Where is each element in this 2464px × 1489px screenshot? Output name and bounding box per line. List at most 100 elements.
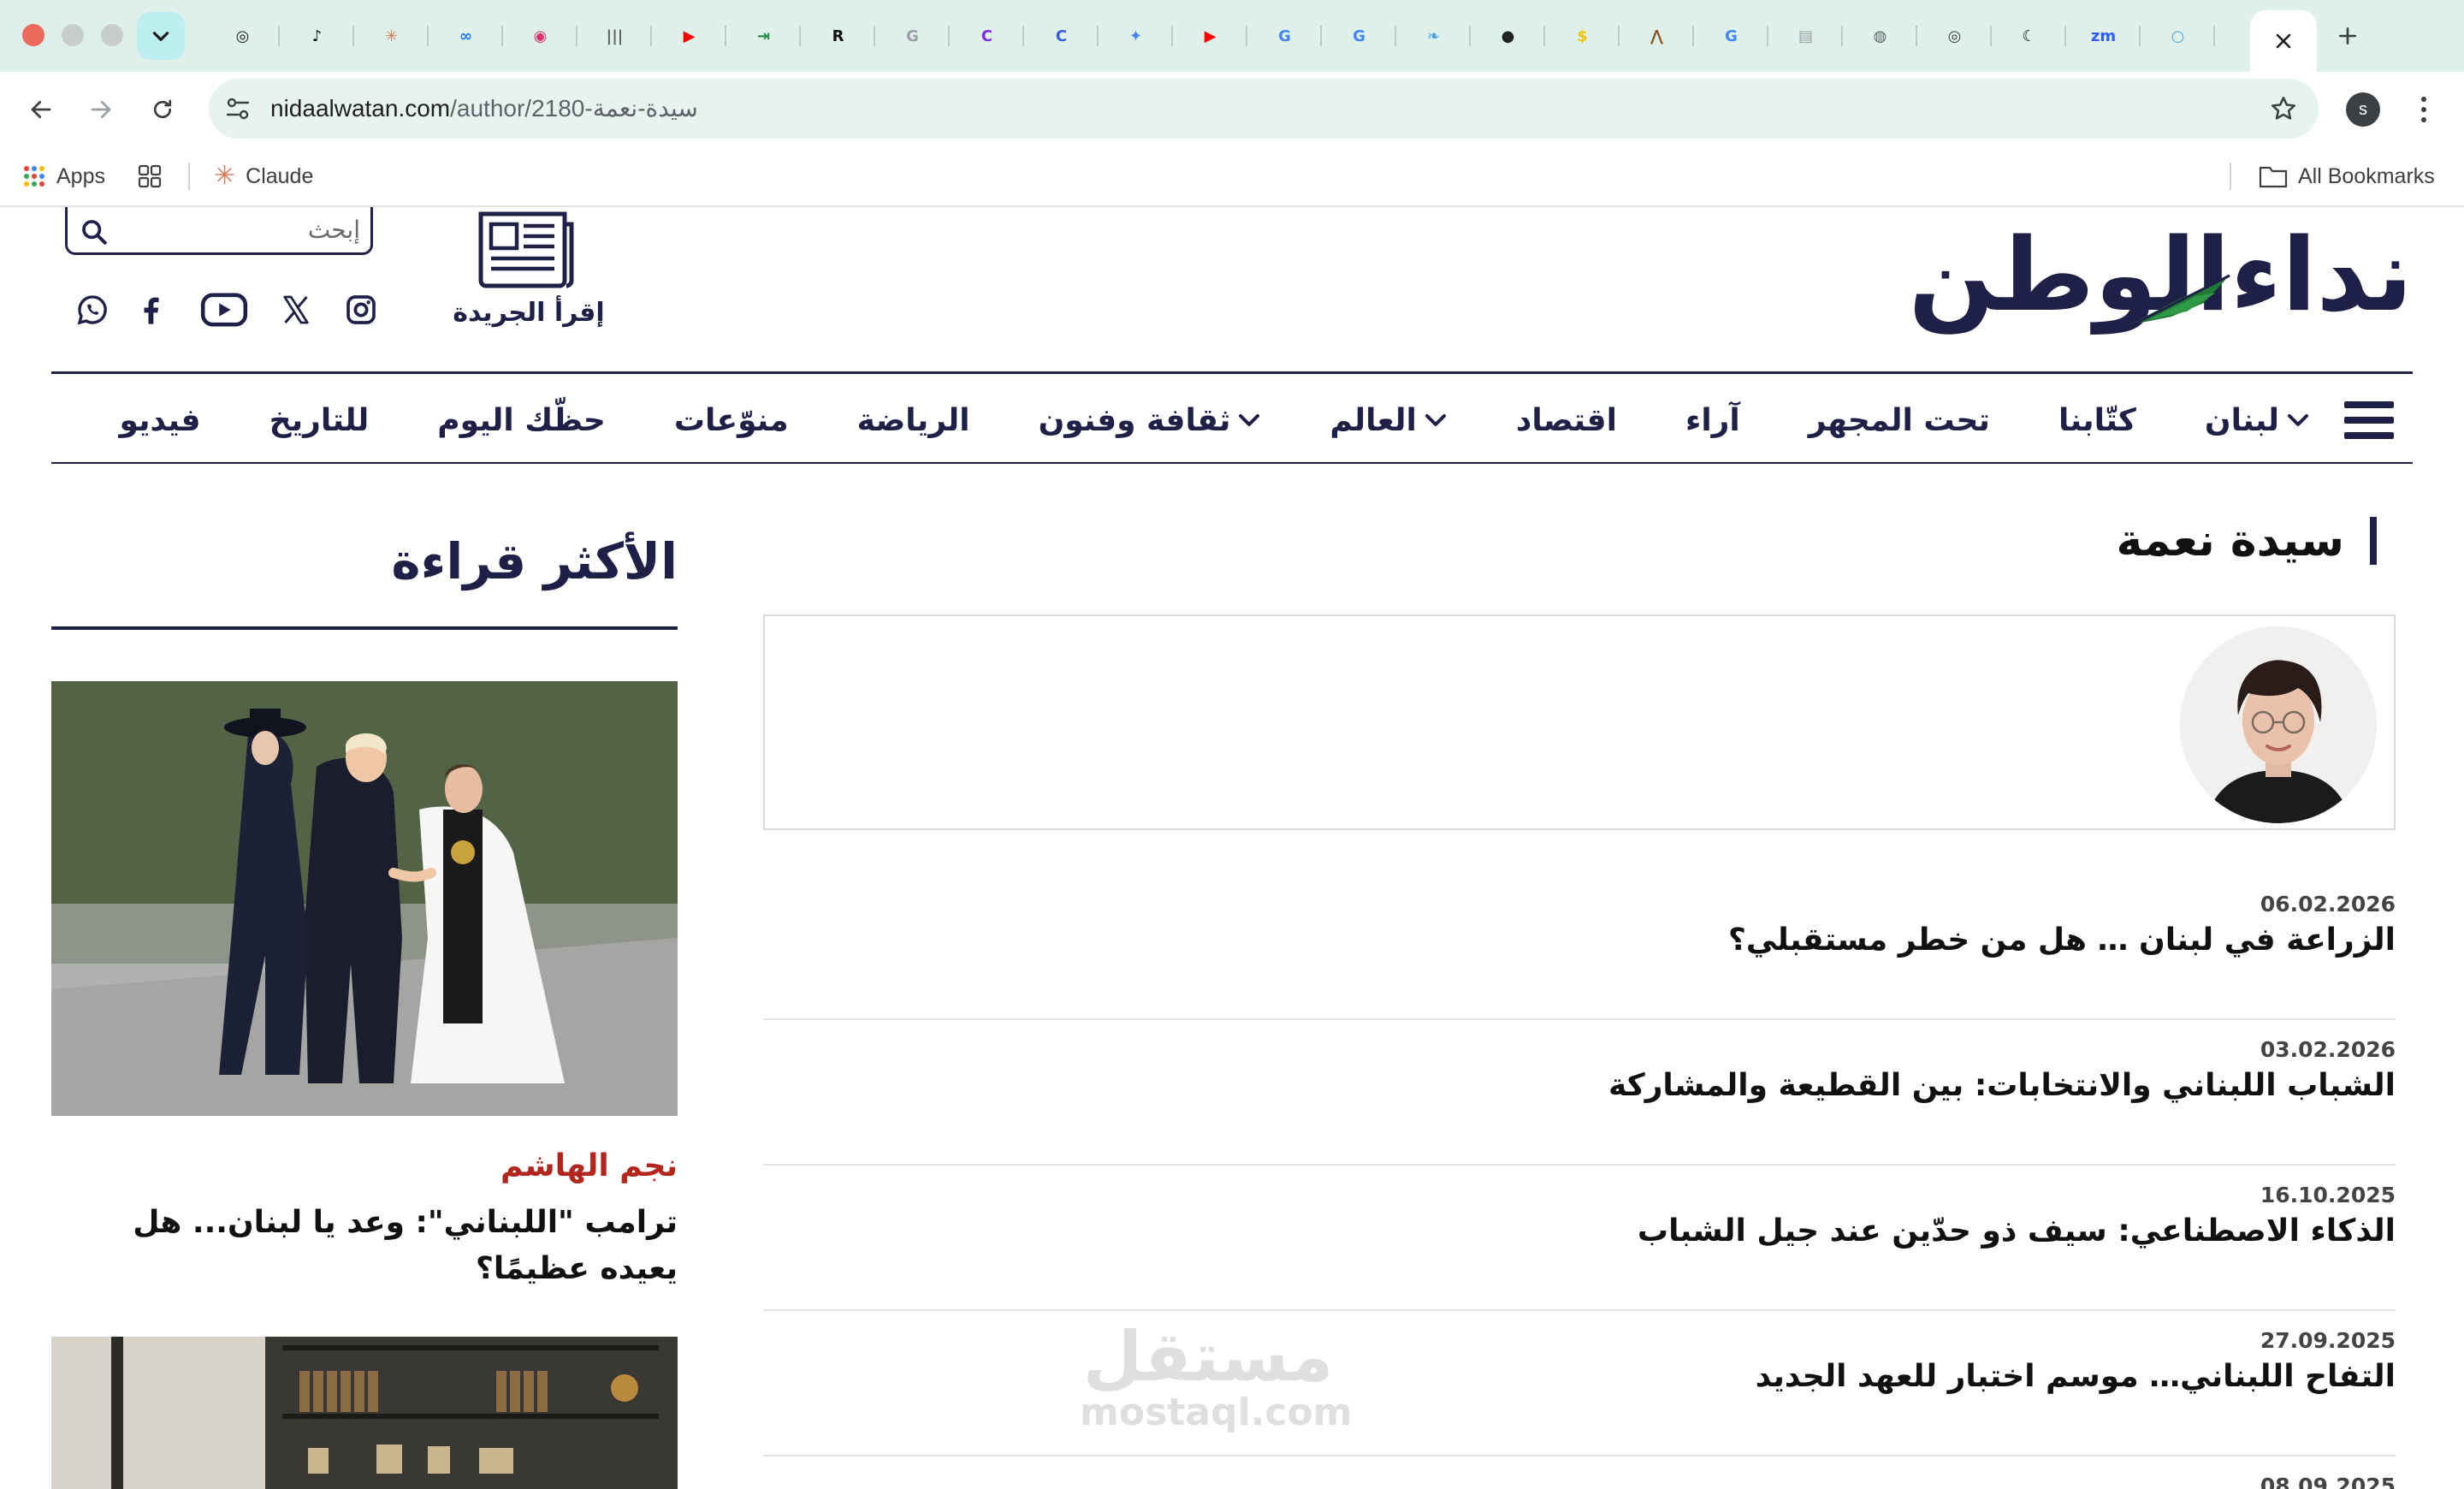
new-tab-button[interactable] <box>2327 15 2368 56</box>
browser-tab[interactable]: ▶ <box>1173 12 1247 60</box>
google-icon: G <box>1353 27 1365 45</box>
nav-item[interactable]: اقتصاد <box>1516 403 1617 438</box>
site-settings-icon[interactable] <box>224 96 252 122</box>
browser-tab[interactable]: G <box>875 12 950 60</box>
browser-tab[interactable]: G <box>1247 12 1322 60</box>
article-title[interactable]: الشباب اللبناني والانتخابات: بين القطيعة… <box>1608 1068 2396 1103</box>
browser-tab[interactable]: $ <box>1545 12 1620 60</box>
browser-tab[interactable]: ✳ <box>354 12 429 60</box>
bee-icon: ● <box>1501 27 1515 45</box>
browser-tab[interactable]: ▶ <box>652 12 726 60</box>
article-title[interactable]: الذكاء الاصطناعي: سيف ذو حدّين عند جيل ا… <box>1638 1213 2396 1249</box>
nav-item[interactable]: منوّعات <box>674 403 789 438</box>
bookmark-claude[interactable]: ✳ Claude <box>214 161 313 192</box>
whatsapp-link[interactable] <box>72 289 113 330</box>
browser-tab[interactable]: ● <box>1471 12 1545 60</box>
browser-tab[interactable]: ◉ <box>503 12 578 60</box>
reload-icon <box>153 99 172 119</box>
hamburger-menu-button[interactable] <box>2344 401 2394 439</box>
bookmark-apps[interactable]: Apps <box>22 161 105 192</box>
article-item[interactable]: 08.09.2025 <box>763 1456 2396 1489</box>
profile-avatar[interactable]: s <box>2346 92 2380 127</box>
active-tab[interactable] <box>2250 10 2317 72</box>
most-read-headline[interactable]: ترامب "اللبناني": وعد يا لبنان... هل يعي… <box>51 1200 678 1292</box>
browser-tab[interactable]: ∞ <box>429 12 503 60</box>
browser-tab[interactable]: ♪ <box>280 12 354 60</box>
article-item[interactable]: 16.10.2025 الذكاء الاصطناعي: سيف ذو حدّين… <box>763 1166 2396 1311</box>
browser-tab[interactable]: ✦ <box>1099 12 1173 60</box>
browser-tab[interactable]: R <box>801 12 875 60</box>
article-item[interactable]: 03.02.2026 الشباب اللبناني والانتخابات: ب… <box>763 1020 2396 1166</box>
heading-accent-bar <box>2370 517 2377 565</box>
browser-menu-button[interactable] <box>2411 92 2437 127</box>
browser-tab[interactable]: G <box>1694 12 1768 60</box>
bookmark-star-icon[interactable] <box>2269 94 2298 123</box>
close-tab-icon[interactable] <box>2273 31 2294 51</box>
x-link[interactable] <box>275 289 317 330</box>
browser-tab[interactable]: ||| <box>578 12 652 60</box>
nav-item[interactable]: للتاريخ <box>270 403 370 438</box>
read-newspaper-link[interactable]: إقرأ الجريدة <box>452 207 606 335</box>
article-title[interactable]: الزراعة في لبنان … هل من خطر مستقبلي؟ <box>1728 922 2396 958</box>
nav-item[interactable]: الرياضة <box>857 403 970 438</box>
browser-tab[interactable]: C <box>1024 12 1099 60</box>
sheets-icon: ⇥ <box>756 27 771 45</box>
minimize-window-button[interactable] <box>62 24 84 46</box>
article-item[interactable]: 27.09.2025 التفاح اللبناني… موسم اختبار ل… <box>763 1311 2396 1456</box>
bookmark-tab-groups[interactable] <box>137 161 163 192</box>
maximize-window-button[interactable] <box>101 24 123 46</box>
browser-tab[interactable]: ⋀ <box>1620 12 1694 60</box>
facebook-link[interactable] <box>130 289 171 330</box>
close-window-button[interactable] <box>22 24 44 46</box>
url-host: nidaalwatan.com <box>270 95 451 122</box>
all-bookmarks-button[interactable]: All Bookmarks <box>2259 161 2435 192</box>
browser-tab[interactable]: zm <box>2066 12 2141 60</box>
most-read-image-2[interactable] <box>51 1337 678 1489</box>
website: إقرأ الجريدة نداءالوطن لبنان كتّابنا تحت ا… <box>0 207 2464 1489</box>
browser-tab[interactable]: ◎ <box>205 12 280 60</box>
article-item[interactable]: 06.02.2026 الزراعة في لبنان … هل من خطر م… <box>763 875 2396 1020</box>
browser-tab[interactable]: ▤ <box>1768 12 1843 60</box>
forward-button[interactable] <box>82 91 120 128</box>
tab-search-button[interactable] <box>137 12 185 60</box>
site-logo[interactable]: نداءالوطن <box>1882 219 2414 330</box>
news-photo-2 <box>51 1337 678 1489</box>
instagram-link[interactable] <box>341 289 382 330</box>
tab-groups-icon <box>138 164 162 188</box>
browser-tab[interactable]: ◍ <box>1843 12 1917 60</box>
author-card <box>763 614 2396 830</box>
browser-tab[interactable]: ◎ <box>1917 12 1992 60</box>
browser-tab[interactable]: C <box>950 12 1024 60</box>
google-icon: G <box>1725 27 1738 45</box>
search-icon[interactable] <box>80 217 109 246</box>
nav-item[interactable]: لبنان <box>2205 403 2310 438</box>
google-lens-icon: G <box>906 27 919 45</box>
site-search[interactable] <box>65 207 373 255</box>
nav-item[interactable]: ثقافة وفنون <box>1039 403 1262 438</box>
nav-item[interactable]: العالم <box>1330 403 1447 438</box>
youtube-link[interactable] <box>198 289 250 330</box>
address-bar[interactable]: nidaalwatan.com/author/2180-سيدة-نعمة <box>209 79 2319 139</box>
nav-item[interactable]: كتّابنا <box>2058 403 2136 438</box>
browser-tab[interactable]: ⇥ <box>726 12 801 60</box>
article-title[interactable]: التفاح اللبناني… موسم اختبار للعهد الجدي… <box>1756 1359 2396 1394</box>
browser-tab[interactable]: ❧ <box>1396 12 1471 60</box>
most-read-author[interactable]: نجم الهاشم <box>51 1148 678 1183</box>
back-button[interactable] <box>22 91 60 128</box>
moon-icon: ☾ <box>2022 27 2036 45</box>
url-text[interactable]: nidaalwatan.com/author/2180-سيدة-نعمة <box>270 94 698 122</box>
search-input[interactable] <box>121 212 360 246</box>
browser-tab[interactable]: ○ <box>2141 12 2215 60</box>
nav-item[interactable]: فيديو <box>119 403 200 438</box>
browser-tab[interactable]: G <box>1322 12 1396 60</box>
bookmarks-bar: Apps ✳ Claude All Bookmarks <box>0 145 2464 207</box>
nav-item[interactable]: حظّك اليوم <box>437 403 606 438</box>
reload-button[interactable] <box>144 91 181 128</box>
nav-item[interactable]: آراء <box>1685 403 1740 438</box>
arrow-left-icon <box>31 100 51 119</box>
browser-tab[interactable]: ☾ <box>1992 12 2066 60</box>
nav-item[interactable]: تحت المجهر <box>1809 403 1990 438</box>
most-read-image[interactable] <box>51 681 678 1116</box>
nav-item-label: ثقافة وفنون <box>1038 402 1231 438</box>
folder-icon <box>2259 166 2288 188</box>
